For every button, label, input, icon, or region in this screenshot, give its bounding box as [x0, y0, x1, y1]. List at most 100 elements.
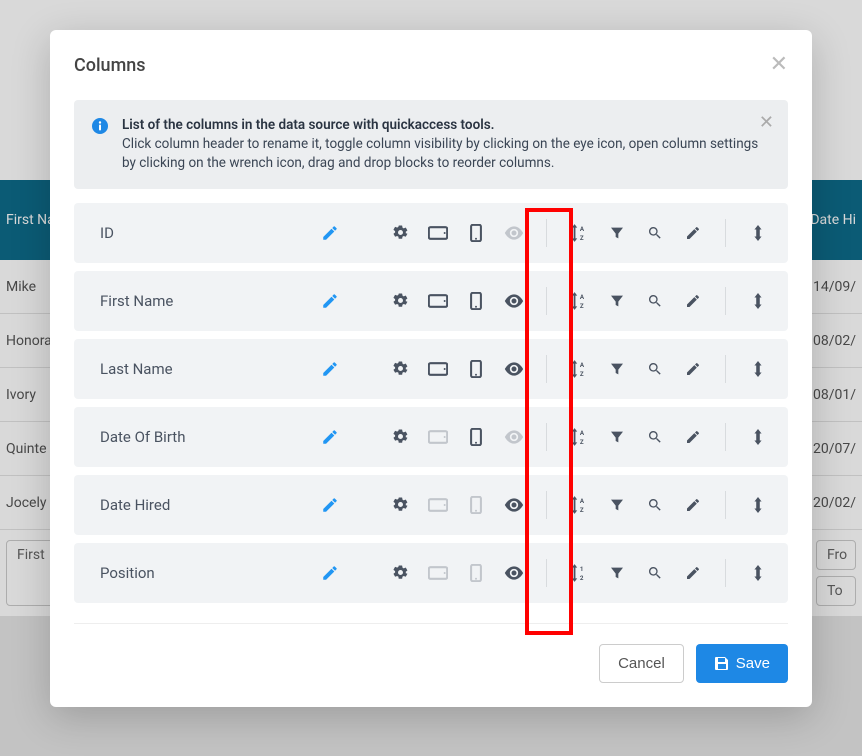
phone-icon[interactable] — [466, 428, 486, 446]
eye-icon[interactable] — [504, 226, 524, 240]
svg-text:A: A — [580, 429, 585, 437]
column-label[interactable]: First Name — [100, 292, 290, 310]
cancel-label: Cancel — [618, 655, 665, 672]
pencil-icon[interactable] — [320, 224, 340, 242]
svg-text:A: A — [580, 293, 585, 301]
pencil-icon[interactable] — [320, 564, 340, 582]
edit-icon[interactable] — [683, 225, 703, 241]
svg-text:Z: Z — [580, 506, 584, 514]
cancel-button[interactable]: Cancel — [599, 644, 684, 683]
phone-icon[interactable] — [466, 224, 486, 242]
column-row[interactable]: Date Of Birth AZ — [74, 407, 788, 467]
divider — [725, 219, 726, 247]
column-row[interactable]: ID AZ — [74, 203, 788, 263]
drag-icon[interactable] — [748, 497, 768, 513]
svg-text:A: A — [580, 361, 585, 369]
drag-icon[interactable] — [748, 565, 768, 581]
drag-icon[interactable] — [748, 225, 768, 241]
svg-text:A: A — [580, 225, 585, 233]
gear-icon[interactable] — [390, 292, 410, 309]
save-label: Save — [736, 655, 770, 672]
gear-icon[interactable] — [390, 564, 410, 581]
sort-icon[interactable]: AZ — [569, 496, 589, 514]
close-icon[interactable]: ✕ — [770, 54, 788, 76]
search-icon[interactable] — [645, 361, 665, 377]
modal-title: Columns — [74, 55, 146, 76]
sort-icon[interactable]: AZ — [569, 428, 589, 446]
divider — [546, 287, 547, 315]
modal-footer: Cancel Save — [74, 623, 788, 683]
edit-icon[interactable] — [683, 361, 703, 377]
edit-icon[interactable] — [683, 293, 703, 309]
tablet-icon[interactable] — [428, 362, 448, 376]
filter-icon[interactable] — [607, 361, 627, 377]
phone-icon[interactable] — [466, 564, 486, 582]
gear-icon[interactable] — [390, 224, 410, 241]
edit-icon[interactable] — [683, 429, 703, 445]
column-label[interactable]: Date Hired — [100, 496, 290, 514]
drag-icon[interactable] — [748, 361, 768, 377]
search-icon[interactable] — [645, 565, 665, 581]
filter-icon[interactable] — [607, 497, 627, 513]
filter-icon[interactable] — [607, 225, 627, 241]
eye-icon[interactable] — [504, 294, 524, 308]
tablet-icon[interactable] — [428, 566, 448, 580]
column-row[interactable]: Date Hired AZ — [74, 475, 788, 535]
drag-icon[interactable] — [748, 293, 768, 309]
divider — [725, 491, 726, 519]
svg-text:2: 2 — [580, 574, 584, 582]
tablet-icon[interactable] — [428, 294, 448, 308]
column-row[interactable]: Last Name AZ — [74, 339, 788, 399]
phone-icon[interactable] — [466, 496, 486, 514]
tablet-icon[interactable] — [428, 430, 448, 444]
svg-text:Z: Z — [580, 302, 584, 310]
column-row[interactable]: First Name AZ — [74, 271, 788, 331]
tablet-icon[interactable] — [428, 226, 448, 240]
sort-icon[interactable]: AZ — [569, 292, 589, 310]
pencil-icon[interactable] — [320, 360, 340, 378]
column-label[interactable]: Date Of Birth — [100, 428, 290, 446]
pencil-icon[interactable] — [320, 292, 340, 310]
tablet-icon[interactable] — [428, 498, 448, 512]
pencil-icon[interactable] — [320, 496, 340, 514]
search-icon[interactable] — [645, 497, 665, 513]
svg-text:Z: Z — [580, 370, 584, 378]
info-body: Click column header to rename it, toggle… — [122, 136, 758, 171]
sort-icon[interactable]: AZ — [569, 360, 589, 378]
filter-icon[interactable] — [607, 293, 627, 309]
column-label[interactable]: Position — [100, 564, 290, 582]
sort-icon[interactable]: AZ — [569, 224, 589, 242]
info-title: List of the columns in the data source w… — [122, 117, 495, 133]
save-icon — [714, 655, 730, 671]
gear-icon[interactable] — [390, 360, 410, 377]
phone-icon[interactable] — [466, 292, 486, 310]
eye-icon[interactable] — [504, 430, 524, 444]
edit-icon[interactable] — [683, 565, 703, 581]
eye-icon[interactable] — [504, 566, 524, 580]
divider — [725, 423, 726, 451]
edit-icon[interactable] — [683, 497, 703, 513]
phone-icon[interactable] — [466, 360, 486, 378]
column-row[interactable]: Position 12 — [74, 543, 788, 603]
gear-icon[interactable] — [390, 428, 410, 445]
divider — [546, 355, 547, 383]
search-icon[interactable] — [645, 293, 665, 309]
divider — [725, 355, 726, 383]
column-label[interactable]: Last Name — [100, 360, 290, 378]
column-label[interactable]: ID — [100, 224, 290, 242]
search-icon[interactable] — [645, 429, 665, 445]
divider — [725, 287, 726, 315]
drag-icon[interactable] — [748, 429, 768, 445]
divider — [546, 219, 547, 247]
pencil-icon[interactable] — [320, 428, 340, 446]
save-button[interactable]: Save — [696, 644, 788, 683]
filter-icon[interactable] — [607, 565, 627, 581]
filter-icon[interactable] — [607, 429, 627, 445]
info-text: List of the columns in the data source w… — [122, 116, 770, 173]
eye-icon[interactable] — [504, 498, 524, 512]
eye-icon[interactable] — [504, 362, 524, 376]
close-icon[interactable]: ✕ — [759, 112, 774, 133]
sort-icon[interactable]: 12 — [569, 564, 589, 582]
search-icon[interactable] — [645, 225, 665, 241]
gear-icon[interactable] — [390, 496, 410, 513]
